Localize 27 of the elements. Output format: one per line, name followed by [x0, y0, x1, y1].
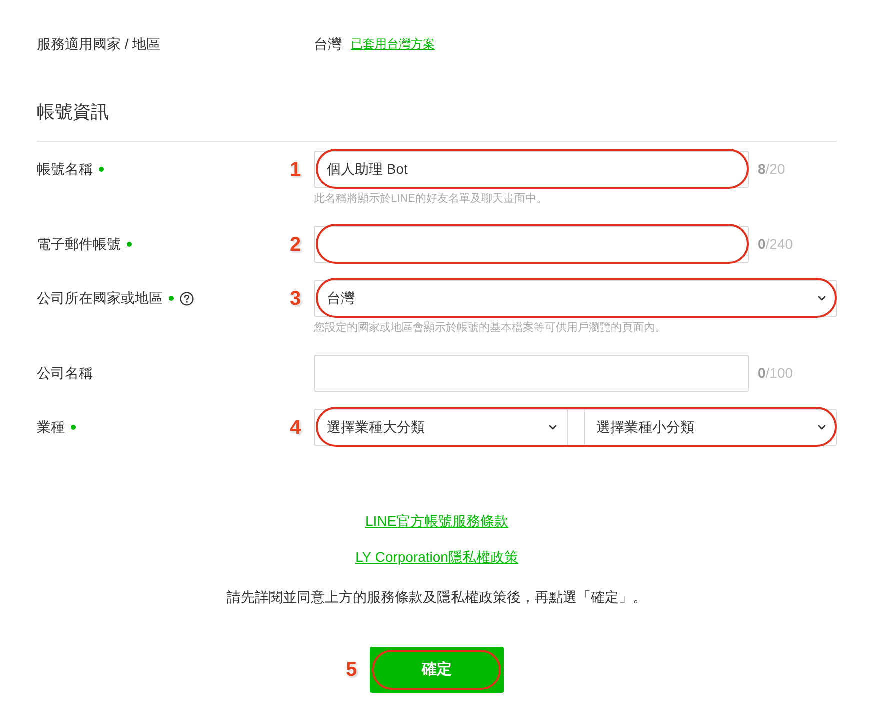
- callout-number: 2: [290, 234, 302, 256]
- help-text: 此名稱將顯示於LINE的好友名單及聊天畫面中。: [314, 192, 548, 207]
- chevron-down-icon: [818, 296, 826, 301]
- input-field[interactable]: [314, 355, 749, 392]
- input-field[interactable]: 個人助理 Bot: [314, 151, 749, 188]
- chevron-down-icon: [818, 425, 826, 430]
- dropdown-select[interactable]: 選擇業種大分類: [315, 410, 568, 445]
- region-value: 台灣: [314, 35, 342, 54]
- field-label: 服務適用國家 / 地區: [37, 35, 161, 54]
- notice-text: 請先詳閱並同意上方的服務條款及隱私權政策後，再點選「確定」。: [227, 588, 647, 607]
- callout-number: 4: [290, 416, 302, 438]
- character-counter: 8/20: [757, 160, 786, 179]
- callout-number: 1: [290, 158, 302, 180]
- character-counter: 0/100: [757, 364, 794, 383]
- character-counter: 0/240: [757, 235, 794, 254]
- callout-number: 5: [346, 659, 358, 681]
- chevron-down-icon: [548, 425, 556, 430]
- field-label: 公司所在國家或地區: [37, 289, 163, 308]
- help-text: 您設定的國家或地區會顯示於帳號的基本檔案等可供用戶瀏覽的頁面內。: [314, 321, 667, 336]
- field-label: 業種: [37, 418, 65, 437]
- dropdown-select[interactable]: 台灣: [314, 280, 837, 317]
- field-label: 公司名稱: [37, 364, 93, 383]
- field-label: 電子郵件帳號: [37, 235, 121, 254]
- callout-number: 3: [290, 288, 302, 310]
- field-label: 帳號名稱: [37, 160, 93, 179]
- dropdown-select[interactable]: 選擇業種小分類: [584, 410, 836, 445]
- section-title: 帳號資訊: [37, 102, 109, 122]
